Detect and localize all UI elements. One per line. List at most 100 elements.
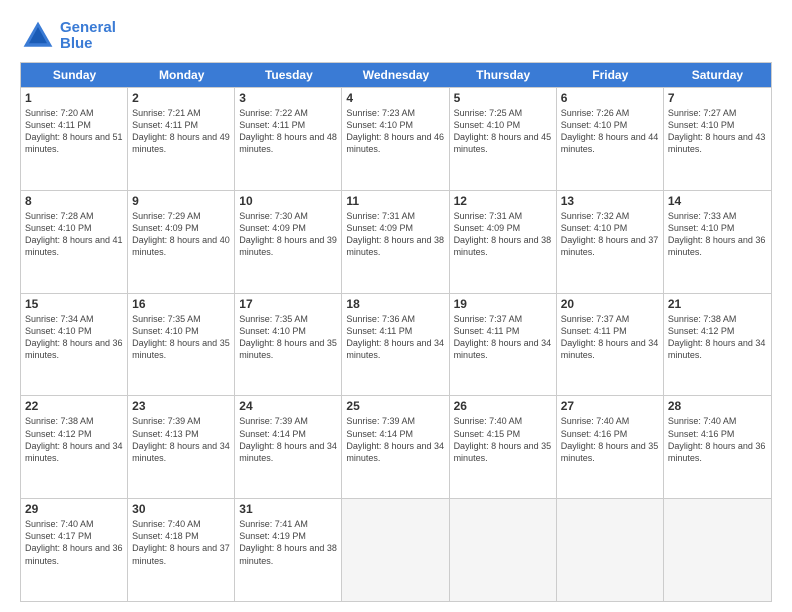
- calendar-row: 15 Sunrise: 7:34 AMSunset: 4:10 PMDayligh…: [21, 293, 771, 396]
- calendar-cell: 27Sunrise: 7:40 AMSunset: 4:16 PMDayligh…: [557, 396, 664, 498]
- day-of-week-label: Sunday: [21, 63, 128, 87]
- calendar-header: SundayMondayTuesdayWednesdayThursdayFrid…: [21, 63, 771, 87]
- day-of-week-label: Tuesday: [235, 63, 342, 87]
- calendar-cell: [557, 499, 664, 601]
- calendar-cell: 21 Sunrise: 7:38 AMSunset: 4:12 PMDayligh…: [664, 294, 771, 396]
- day-number: 10: [239, 194, 337, 208]
- day-info: Sunrise: 7:31 AMSunset: 4:09 PMDaylight:…: [454, 210, 552, 259]
- day-number: 1: [25, 91, 123, 105]
- day-info: Sunrise: 7:40 AMSunset: 4:16 PMDaylight:…: [668, 415, 767, 464]
- calendar-cell: [342, 499, 449, 601]
- day-number: 28: [668, 399, 767, 413]
- calendar-row: 1 Sunrise: 7:20 AMSunset: 4:11 PMDaylight…: [21, 87, 771, 190]
- calendar-cell: 19 Sunrise: 7:37 AMSunset: 4:11 PMDayligh…: [450, 294, 557, 396]
- calendar-cell: 24 Sunrise: 7:39 AMSunset: 4:14 PMDayligh…: [235, 396, 342, 498]
- day-number: 24: [239, 399, 337, 413]
- day-number: 30: [132, 502, 230, 516]
- day-number: 21: [668, 297, 767, 311]
- day-info: Sunrise: 7:39 AMSunset: 4:14 PMDaylight:…: [346, 415, 444, 464]
- day-number: 9: [132, 194, 230, 208]
- day-info: Sunrise: 7:33 AMSunset: 4:10 PMDaylight:…: [668, 210, 767, 259]
- calendar-cell: 10 Sunrise: 7:30 AMSunset: 4:09 PMDayligh…: [235, 191, 342, 293]
- day-info: Sunrise: 7:41 AMSunset: 4:19 PMDaylight:…: [239, 518, 337, 567]
- calendar-cell: 4 Sunrise: 7:23 AMSunset: 4:10 PMDaylight…: [342, 88, 449, 190]
- day-number: 26: [454, 399, 552, 413]
- calendar-cell: 8 Sunrise: 7:28 AMSunset: 4:10 PMDaylight…: [21, 191, 128, 293]
- day-info: Sunrise: 7:35 AMSunset: 4:10 PMDaylight:…: [132, 313, 230, 362]
- calendar-cell: 6 Sunrise: 7:26 AMSunset: 4:10 PMDaylight…: [557, 88, 664, 190]
- day-of-week-label: Wednesday: [342, 63, 449, 87]
- page: General Blue SundayMondayTuesdayWednesda…: [0, 0, 792, 612]
- day-number: 29: [25, 502, 123, 516]
- day-number: 22: [25, 399, 123, 413]
- day-info: Sunrise: 7:40 AMSunset: 4:18 PMDaylight:…: [132, 518, 230, 567]
- calendar-cell: 29Sunrise: 7:40 AMSunset: 4:17 PMDayligh…: [21, 499, 128, 601]
- calendar-cell: 28 Sunrise: 7:40 AMSunset: 4:16 PMDayligh…: [664, 396, 771, 498]
- calendar-cell: 7Sunrise: 7:27 AMSunset: 4:10 PMDaylight…: [664, 88, 771, 190]
- day-info: Sunrise: 7:38 AMSunset: 4:12 PMDaylight:…: [25, 415, 123, 464]
- day-info: Sunrise: 7:22 AMSunset: 4:11 PMDaylight:…: [239, 107, 337, 156]
- day-info: Sunrise: 7:35 AMSunset: 4:10 PMDaylight:…: [239, 313, 337, 362]
- day-number: 13: [561, 194, 659, 208]
- calendar-cell: 3 Sunrise: 7:22 AMSunset: 4:11 PMDaylight…: [235, 88, 342, 190]
- day-number: 4: [346, 91, 444, 105]
- calendar-cell: 26 Sunrise: 7:40 AMSunset: 4:15 PMDayligh…: [450, 396, 557, 498]
- day-info: Sunrise: 7:26 AMSunset: 4:10 PMDaylight:…: [561, 107, 659, 156]
- day-number: 3: [239, 91, 337, 105]
- day-number: 5: [454, 91, 552, 105]
- day-number: 19: [454, 297, 552, 311]
- day-info: Sunrise: 7:39 AMSunset: 4:14 PMDaylight:…: [239, 415, 337, 464]
- day-info: Sunrise: 7:37 AMSunset: 4:11 PMDaylight:…: [454, 313, 552, 362]
- calendar-cell: 31 Sunrise: 7:41 AMSunset: 4:19 PMDayligh…: [235, 499, 342, 601]
- calendar-cell: 12 Sunrise: 7:31 AMSunset: 4:09 PMDayligh…: [450, 191, 557, 293]
- calendar-cell: 11Sunrise: 7:31 AMSunset: 4:09 PMDayligh…: [342, 191, 449, 293]
- day-number: 7: [668, 91, 767, 105]
- calendar-cell: 18 Sunrise: 7:36 AMSunset: 4:11 PMDayligh…: [342, 294, 449, 396]
- day-number: 16: [132, 297, 230, 311]
- day-number: 12: [454, 194, 552, 208]
- calendar-cell: 5 Sunrise: 7:25 AMSunset: 4:10 PMDaylight…: [450, 88, 557, 190]
- day-of-week-label: Thursday: [450, 63, 557, 87]
- day-info: Sunrise: 7:40 AMSunset: 4:15 PMDaylight:…: [454, 415, 552, 464]
- day-number: 6: [561, 91, 659, 105]
- day-info: Sunrise: 7:31 AMSunset: 4:09 PMDaylight:…: [346, 210, 444, 259]
- day-info: Sunrise: 7:30 AMSunset: 4:09 PMDaylight:…: [239, 210, 337, 259]
- day-info: Sunrise: 7:34 AMSunset: 4:10 PMDaylight:…: [25, 313, 123, 362]
- day-info: Sunrise: 7:28 AMSunset: 4:10 PMDaylight:…: [25, 210, 123, 259]
- day-number: 17: [239, 297, 337, 311]
- day-info: Sunrise: 7:39 AMSunset: 4:13 PMDaylight:…: [132, 415, 230, 464]
- day-info: Sunrise: 7:38 AMSunset: 4:12 PMDaylight:…: [668, 313, 767, 362]
- calendar-cell: 17 Sunrise: 7:35 AMSunset: 4:10 PMDayligh…: [235, 294, 342, 396]
- day-of-week-label: Monday: [128, 63, 235, 87]
- calendar-row: 22 Sunrise: 7:38 AMSunset: 4:12 PMDayligh…: [21, 395, 771, 498]
- day-number: 31: [239, 502, 337, 516]
- calendar-cell: [664, 499, 771, 601]
- logo: General Blue: [20, 18, 116, 54]
- day-number: 20: [561, 297, 659, 311]
- calendar-cell: 14 Sunrise: 7:33 AMSunset: 4:10 PMDayligh…: [664, 191, 771, 293]
- day-info: Sunrise: 7:21 AMSunset: 4:11 PMDaylight:…: [132, 107, 230, 156]
- day-number: 15: [25, 297, 123, 311]
- day-info: Sunrise: 7:40 AMSunset: 4:16 PMDaylight:…: [561, 415, 659, 464]
- day-of-week-label: Friday: [557, 63, 664, 87]
- day-number: 2: [132, 91, 230, 105]
- calendar-cell: 30 Sunrise: 7:40 AMSunset: 4:18 PMDayligh…: [128, 499, 235, 601]
- day-info: Sunrise: 7:20 AMSunset: 4:11 PMDaylight:…: [25, 107, 123, 156]
- day-number: 25: [346, 399, 444, 413]
- calendar-cell: 9Sunrise: 7:29 AMSunset: 4:09 PMDaylight…: [128, 191, 235, 293]
- calendar-cell: 13 Sunrise: 7:32 AMSunset: 4:10 PMDayligh…: [557, 191, 664, 293]
- calendar-cell: 25 Sunrise: 7:39 AMSunset: 4:14 PMDayligh…: [342, 396, 449, 498]
- calendar-row: 29Sunrise: 7:40 AMSunset: 4:17 PMDayligh…: [21, 498, 771, 601]
- day-number: 18: [346, 297, 444, 311]
- day-info: Sunrise: 7:36 AMSunset: 4:11 PMDaylight:…: [346, 313, 444, 362]
- calendar-cell: 23Sunrise: 7:39 AMSunset: 4:13 PMDayligh…: [128, 396, 235, 498]
- day-info: Sunrise: 7:25 AMSunset: 4:10 PMDaylight:…: [454, 107, 552, 156]
- calendar-cell: [450, 499, 557, 601]
- day-number: 8: [25, 194, 123, 208]
- calendar-cell: 2 Sunrise: 7:21 AMSunset: 4:11 PMDaylight…: [128, 88, 235, 190]
- calendar-cell: 20Sunrise: 7:37 AMSunset: 4:11 PMDayligh…: [557, 294, 664, 396]
- day-info: Sunrise: 7:32 AMSunset: 4:10 PMDaylight:…: [561, 210, 659, 259]
- day-info: Sunrise: 7:23 AMSunset: 4:10 PMDaylight:…: [346, 107, 444, 156]
- day-number: 14: [668, 194, 767, 208]
- calendar-cell: 15 Sunrise: 7:34 AMSunset: 4:10 PMDayligh…: [21, 294, 128, 396]
